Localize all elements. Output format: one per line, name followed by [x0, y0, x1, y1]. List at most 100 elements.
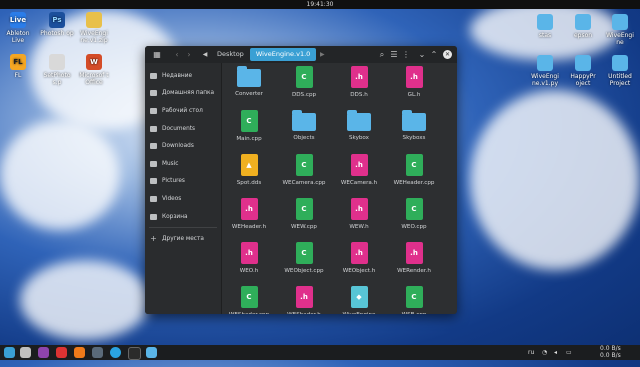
file-item[interactable]: C WEHeader.cpp: [388, 154, 440, 187]
header-file-icon: .h: [350, 66, 368, 88]
file-item[interactable]: C WEShader.cpp: [223, 286, 275, 314]
file-name: Skyboxs: [402, 135, 426, 141]
cpp-file-icon: C: [295, 242, 313, 264]
file-name: WEW.cpp: [291, 224, 317, 230]
desktop-icon-label: stas: [538, 32, 552, 39]
desktop-icon-label: WiveEngi ne.v1.zip: [80, 30, 108, 44]
file-manager-window: ▦ ‹ › ◀ Desktop WiveEngine.v1.0 ▶ ⌕ ☰ ⋮ …: [145, 46, 457, 314]
file-item[interactable]: .h WECamera.h: [333, 154, 385, 187]
sidebar-item-music[interactable]: Music: [145, 155, 221, 173]
minimize-icon[interactable]: ⌄: [416, 50, 428, 59]
volume-icon[interactable]: ◂: [554, 345, 557, 360]
file-name: WEShader.h: [278, 312, 330, 314]
file-name: WSB.cpp: [388, 312, 440, 314]
file-item[interactable]: .h WEHeader.h: [223, 198, 275, 231]
file-item[interactable]: Skyboxs: [388, 110, 440, 142]
file-item[interactable]: C WSB.cpp: [388, 286, 440, 314]
battery-icon[interactable]: ▭: [566, 345, 572, 360]
desktop-icon-epson[interactable]: epson: [566, 14, 600, 39]
videos-icon: [150, 195, 157, 202]
sidebar-item-downloads[interactable]: Downloads: [145, 137, 221, 155]
header-file-icon: .h: [295, 286, 313, 308]
language-indicator[interactable]: ru: [528, 345, 534, 360]
sidebar-item-documents[interactable]: Documents: [145, 120, 221, 138]
firefox-icon[interactable]: [74, 347, 85, 358]
desktop-icon-photoshop[interactable]: Ps Photosh op: [40, 12, 74, 37]
desktop-icon-happyproject[interactable]: HappyPr oject: [566, 55, 600, 87]
desktop-icon-label: SetPhoto s.p: [43, 72, 71, 86]
file-name: WEObject.h: [342, 268, 376, 274]
clock-icon: [150, 72, 157, 79]
desktop-icon-label: Photosh op: [40, 30, 74, 37]
zip-icon: [86, 12, 102, 28]
file-item[interactable]: C WEObject.cpp: [278, 242, 330, 275]
file-item[interactable]: .h WEW.h: [333, 198, 385, 231]
cpp-file-icon: C: [295, 66, 313, 88]
network-icon[interactable]: ◔: [542, 345, 547, 360]
cpp-file-icon: C: [295, 154, 313, 176]
sidebar-item-recent[interactable]: Недавние: [145, 67, 221, 85]
app-menu-icon[interactable]: [4, 347, 15, 358]
breadcrumb-desktop[interactable]: Desktop: [211, 48, 250, 61]
close-icon[interactable]: ✕: [443, 50, 452, 59]
file-item[interactable]: C Main.cpp: [223, 110, 275, 143]
header-file-icon: .h: [240, 242, 258, 264]
desktop-icon-untitled[interactable]: Untitled Project: [603, 55, 637, 87]
grid-view-icon[interactable]: ▦: [151, 50, 163, 59]
back-icon[interactable]: ‹: [171, 50, 183, 59]
file-item[interactable]: .h WEO.h: [223, 242, 275, 275]
sidebar-item-desktop[interactable]: Рабочий стол: [145, 102, 221, 120]
desktop-icon-fl[interactable]: FL FL: [1, 54, 35, 79]
file-item[interactable]: C WECamera.cpp: [278, 154, 330, 187]
breadcrumb-current[interactable]: WiveEngine.v1.0: [249, 48, 317, 61]
file-item[interactable]: .h WEObject.h: [333, 242, 385, 275]
files-icon[interactable]: [20, 347, 31, 358]
terminal-icon[interactable]: [128, 347, 141, 360]
desktop-icon-wiveengine-py[interactable]: WiveEngi ne.v1.py: [528, 55, 562, 87]
file-name: Main.cpp: [236, 136, 262, 142]
file-item[interactable]: C WEW.cpp: [278, 198, 330, 231]
file-item[interactable]: ▲ Spot.dds: [223, 154, 275, 187]
file-item[interactable]: C WEO.cpp: [388, 198, 440, 231]
view-options-icon[interactable]: ☰: [388, 50, 400, 59]
file-item[interactable]: .h DDS.h: [333, 66, 385, 99]
sidebar-item-label: Рабочий стол: [162, 107, 203, 114]
desktop-icon-setphotos[interactable]: SetPhoto s.p: [40, 54, 74, 86]
browser-icon[interactable]: [38, 347, 49, 358]
file-item[interactable]: Converter: [223, 66, 275, 98]
sidebar-item-home[interactable]: Домашняя папка: [145, 85, 221, 103]
telegram-icon[interactable]: [110, 347, 121, 358]
folder-icon: [575, 55, 591, 71]
file-item[interactable]: Objects: [278, 110, 330, 142]
file-icon: [49, 54, 65, 70]
forward-icon[interactable]: ›: [183, 50, 195, 59]
path-right-icon[interactable]: ▶: [316, 51, 328, 58]
sidebar-item-other-locations[interactable]: + Другие места: [145, 230, 221, 248]
file-item[interactable]: C DDS.cpp: [278, 66, 330, 99]
desktop-icon-stas[interactable]: stas: [528, 14, 562, 39]
folder-icon: [575, 14, 591, 30]
desktop-icon-ableton[interactable]: Live Ableton Live: [1, 12, 35, 44]
menu-icon[interactable]: ⋮: [400, 50, 412, 59]
desktop-icon-label: HappyPr oject: [570, 73, 596, 87]
maximize-icon[interactable]: ⌃: [428, 50, 440, 59]
sidebar-item-videos[interactable]: Videos: [145, 190, 221, 208]
file-item[interactable]: ◆ WiveEngine: [333, 286, 385, 314]
file-item[interactable]: Skybox: [333, 110, 385, 142]
desktop-icon-zip[interactable]: WiveEngi ne.v1.zip: [77, 12, 111, 44]
path-left-icon[interactable]: ◀: [199, 51, 211, 58]
file-item[interactable]: .h WERender.h: [388, 242, 440, 275]
desktop-icon-label: Microsof t Office: [79, 72, 109, 86]
search-icon[interactable]: ⌕: [376, 50, 388, 60]
desktop-icon-label: WiveEngi ne: [606, 32, 634, 46]
desktop-icon-office[interactable]: W Microsof t Office: [77, 54, 111, 86]
mail-icon[interactable]: [56, 347, 67, 358]
file-item[interactable]: .h WEShader.h: [278, 286, 330, 314]
desktop-icon-wiveengine[interactable]: WiveEngi ne: [603, 14, 637, 46]
cloud-decoration: [20, 260, 150, 340]
file-item[interactable]: .h GL.h: [388, 66, 440, 99]
folder-taskbar-icon[interactable]: [146, 347, 157, 358]
settings-icon[interactable]: [92, 347, 103, 358]
sidebar-item-trash[interactable]: Корзина: [145, 208, 221, 226]
sidebar-item-pictures[interactable]: Pictures: [145, 173, 221, 191]
